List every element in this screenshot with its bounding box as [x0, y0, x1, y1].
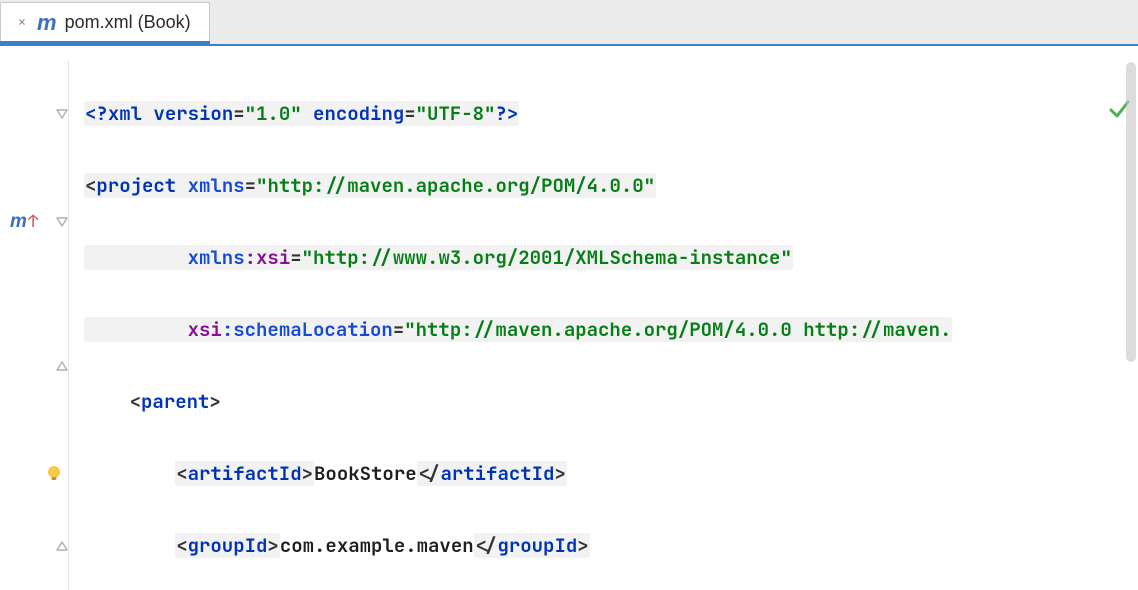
gutter-separator: [68, 60, 69, 590]
xml-decl-version: "1.0": [245, 101, 302, 126]
fold-toggle[interactable]: [55, 96, 69, 132]
vertical-scrollbar[interactable]: [1126, 62, 1136, 362]
parent-artifactid: BookStore: [314, 461, 417, 486]
maven-icon: m: [37, 12, 57, 34]
editor-tab-bar: × m pom.xml (Book): [0, 0, 1138, 44]
gutter: m↑: [0, 46, 82, 590]
maven-reload-icon[interactable]: m↑: [10, 204, 38, 240]
editor[interactable]: m↑: [0, 44, 1138, 590]
intention-bulb-icon[interactable]: [44, 456, 64, 492]
fold-toggle[interactable]: [55, 204, 69, 240]
xml-decl-encoding: "UTF-8": [416, 101, 496, 126]
attr-schema-location: "http://maven.apache.org/POM/4.0.0 http:…: [404, 317, 951, 342]
attr-xmlns-xsi: "http://www.w3.org/2001/XMLSchema-instan…: [302, 245, 792, 270]
fold-end-marker[interactable]: [55, 528, 69, 564]
parent-groupid: com.example.maven: [280, 533, 474, 558]
fold-end-marker[interactable]: [55, 348, 69, 384]
editor-tab-pom[interactable]: × m pom.xml (Book): [0, 2, 210, 44]
inspection-ok-icon[interactable]: [1017, 60, 1130, 168]
code-area[interactable]: <?xml version="1.0" encoding="UTF-8"?> <…: [82, 46, 1138, 590]
editor-tab-label: pom.xml (Book): [65, 12, 191, 33]
ide-root: × m pom.xml (Book) m↑: [0, 0, 1138, 590]
attr-xmlns: "http://maven.apache.org/POM/4.0.0": [256, 173, 655, 198]
close-icon[interactable]: ×: [15, 16, 29, 30]
